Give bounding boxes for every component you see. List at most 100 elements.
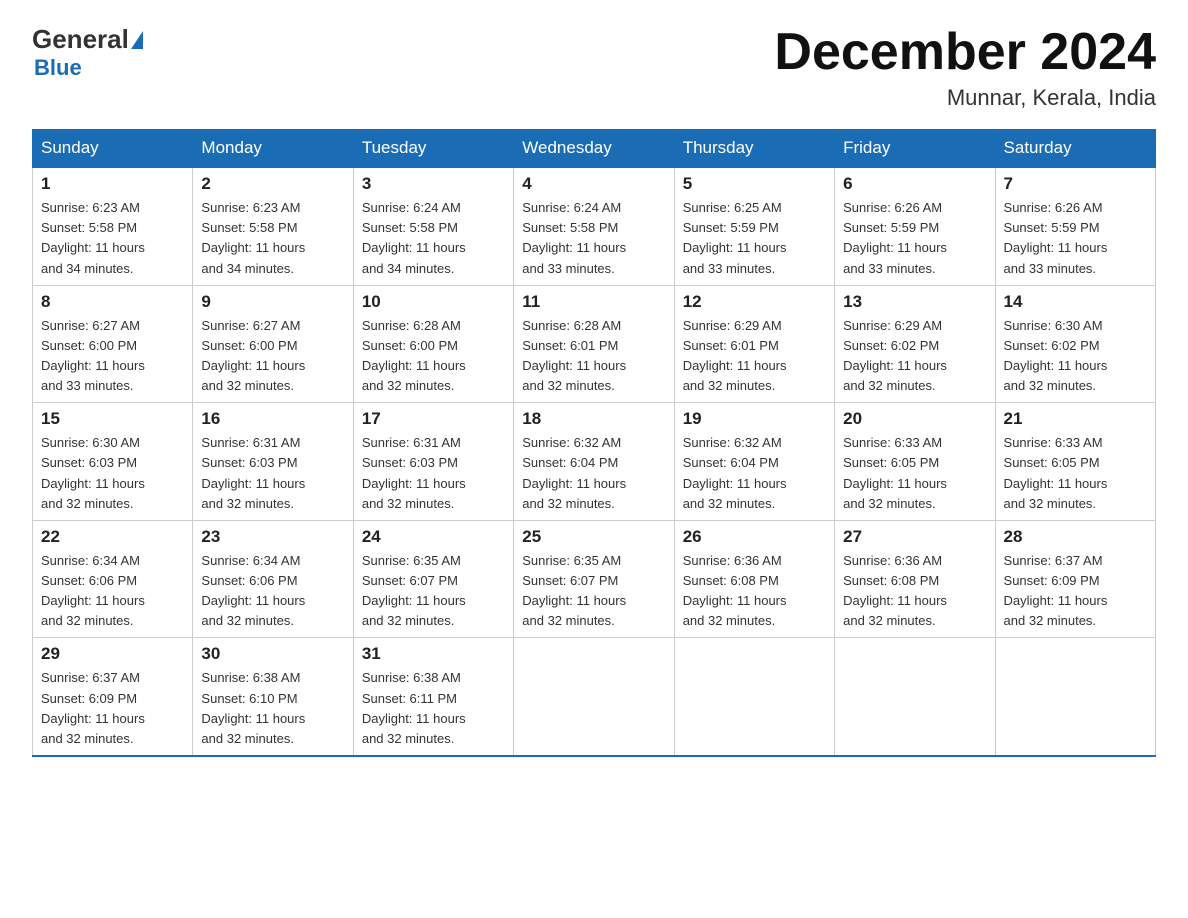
day-info: Sunrise: 6:33 AMSunset: 6:05 PMDaylight:… xyxy=(1004,433,1147,514)
day-number: 29 xyxy=(41,644,184,664)
week-row-3: 15 Sunrise: 6:30 AMSunset: 6:03 PMDayligh… xyxy=(33,403,1156,521)
day-info: Sunrise: 6:33 AMSunset: 6:05 PMDaylight:… xyxy=(843,433,986,514)
day-number: 19 xyxy=(683,409,826,429)
calendar-body: 1 Sunrise: 6:23 AMSunset: 5:58 PMDaylight… xyxy=(33,167,1156,756)
day-info: Sunrise: 6:35 AMSunset: 6:07 PMDaylight:… xyxy=(522,551,665,632)
week-row-4: 22 Sunrise: 6:34 AMSunset: 6:06 PMDayligh… xyxy=(33,520,1156,638)
calendar-cell: 31 Sunrise: 6:38 AMSunset: 6:11 PMDayligh… xyxy=(353,638,513,756)
day-info: Sunrise: 6:32 AMSunset: 6:04 PMDaylight:… xyxy=(522,433,665,514)
day-info: Sunrise: 6:25 AMSunset: 5:59 PMDaylight:… xyxy=(683,198,826,279)
day-info: Sunrise: 6:28 AMSunset: 6:00 PMDaylight:… xyxy=(362,316,505,397)
calendar-cell: 13 Sunrise: 6:29 AMSunset: 6:02 PMDayligh… xyxy=(835,285,995,403)
calendar-cell: 30 Sunrise: 6:38 AMSunset: 6:10 PMDayligh… xyxy=(193,638,353,756)
day-number: 23 xyxy=(201,527,344,547)
day-number: 16 xyxy=(201,409,344,429)
header-row: SundayMondayTuesdayWednesdayThursdayFrid… xyxy=(33,130,1156,168)
day-info: Sunrise: 6:26 AMSunset: 5:59 PMDaylight:… xyxy=(1004,198,1147,279)
day-info: Sunrise: 6:24 AMSunset: 5:58 PMDaylight:… xyxy=(362,198,505,279)
calendar-cell: 4Sunrise: 6:24 AMSunset: 5:58 PMDaylight… xyxy=(514,167,674,285)
day-number: 13 xyxy=(843,292,986,312)
month-title: December 2024 xyxy=(774,24,1156,81)
day-info: Sunrise: 6:27 AMSunset: 6:00 PMDaylight:… xyxy=(201,316,344,397)
day-number: 25 xyxy=(522,527,665,547)
day-info: Sunrise: 6:31 AMSunset: 6:03 PMDaylight:… xyxy=(201,433,344,514)
day-info: Sunrise: 6:28 AMSunset: 6:01 PMDaylight:… xyxy=(522,316,665,397)
logo-general-text: General xyxy=(32,24,129,55)
calendar-cell: 8 Sunrise: 6:27 AMSunset: 6:00 PMDaylight… xyxy=(33,285,193,403)
col-header-monday: Monday xyxy=(193,130,353,168)
calendar-cell: 12 Sunrise: 6:29 AMSunset: 6:01 PMDayligh… xyxy=(674,285,834,403)
calendar-cell: 5Sunrise: 6:25 AMSunset: 5:59 PMDaylight… xyxy=(674,167,834,285)
calendar-cell: 25 Sunrise: 6:35 AMSunset: 6:07 PMDayligh… xyxy=(514,520,674,638)
col-header-friday: Friday xyxy=(835,130,995,168)
calendar-cell xyxy=(835,638,995,756)
calendar-cell: 17 Sunrise: 6:31 AMSunset: 6:03 PMDayligh… xyxy=(353,403,513,521)
calendar-cell: 7 Sunrise: 6:26 AMSunset: 5:59 PMDaylight… xyxy=(995,167,1155,285)
day-info: Sunrise: 6:23 AMSunset: 5:58 PMDaylight:… xyxy=(41,198,184,279)
day-number: 1 xyxy=(41,174,184,194)
calendar-cell: 9Sunrise: 6:27 AMSunset: 6:00 PMDaylight… xyxy=(193,285,353,403)
day-info: Sunrise: 6:36 AMSunset: 6:08 PMDaylight:… xyxy=(683,551,826,632)
logo-blue-text: Blue xyxy=(34,55,82,81)
day-number: 10 xyxy=(362,292,505,312)
page-header: General Blue December 2024 Munnar, Keral… xyxy=(32,24,1156,111)
title-block: December 2024 Munnar, Kerala, India xyxy=(774,24,1156,111)
day-number: 14 xyxy=(1004,292,1147,312)
day-info: Sunrise: 6:29 AMSunset: 6:01 PMDaylight:… xyxy=(683,316,826,397)
day-info: Sunrise: 6:37 AMSunset: 6:09 PMDaylight:… xyxy=(1004,551,1147,632)
logo: General Blue xyxy=(32,24,145,81)
day-number: 7 xyxy=(1004,174,1147,194)
calendar-cell: 20 Sunrise: 6:33 AMSunset: 6:05 PMDayligh… xyxy=(835,403,995,521)
day-info: Sunrise: 6:36 AMSunset: 6:08 PMDaylight:… xyxy=(843,551,986,632)
week-row-1: 1 Sunrise: 6:23 AMSunset: 5:58 PMDaylight… xyxy=(33,167,1156,285)
day-info: Sunrise: 6:37 AMSunset: 6:09 PMDaylight:… xyxy=(41,668,184,749)
day-info: Sunrise: 6:34 AMSunset: 6:06 PMDaylight:… xyxy=(41,551,184,632)
calendar-header: SundayMondayTuesdayWednesdayThursdayFrid… xyxy=(33,130,1156,168)
day-number: 22 xyxy=(41,527,184,547)
calendar-cell: 10 Sunrise: 6:28 AMSunset: 6:00 PMDayligh… xyxy=(353,285,513,403)
day-info: Sunrise: 6:29 AMSunset: 6:02 PMDaylight:… xyxy=(843,316,986,397)
calendar-cell: 19 Sunrise: 6:32 AMSunset: 6:04 PMDayligh… xyxy=(674,403,834,521)
calendar-cell xyxy=(995,638,1155,756)
day-number: 15 xyxy=(41,409,184,429)
day-info: Sunrise: 6:30 AMSunset: 6:03 PMDaylight:… xyxy=(41,433,184,514)
week-row-5: 29 Sunrise: 6:37 AMSunset: 6:09 PMDayligh… xyxy=(33,638,1156,756)
day-number: 26 xyxy=(683,527,826,547)
day-info: Sunrise: 6:38 AMSunset: 6:11 PMDaylight:… xyxy=(362,668,505,749)
col-header-wednesday: Wednesday xyxy=(514,130,674,168)
calendar-cell: 28 Sunrise: 6:37 AMSunset: 6:09 PMDayligh… xyxy=(995,520,1155,638)
day-number: 18 xyxy=(522,409,665,429)
day-number: 2 xyxy=(201,174,344,194)
calendar-cell: 1 Sunrise: 6:23 AMSunset: 5:58 PMDaylight… xyxy=(33,167,193,285)
logo-triangle-icon xyxy=(131,31,143,49)
day-number: 20 xyxy=(843,409,986,429)
day-number: 31 xyxy=(362,644,505,664)
calendar-cell: 2Sunrise: 6:23 AMSunset: 5:58 PMDaylight… xyxy=(193,167,353,285)
day-number: 28 xyxy=(1004,527,1147,547)
calendar-cell: 18 Sunrise: 6:32 AMSunset: 6:04 PMDayligh… xyxy=(514,403,674,521)
calendar-cell: 16 Sunrise: 6:31 AMSunset: 6:03 PMDayligh… xyxy=(193,403,353,521)
calendar-cell: 15 Sunrise: 6:30 AMSunset: 6:03 PMDayligh… xyxy=(33,403,193,521)
day-info: Sunrise: 6:38 AMSunset: 6:10 PMDaylight:… xyxy=(201,668,344,749)
calendar-cell: 6Sunrise: 6:26 AMSunset: 5:59 PMDaylight… xyxy=(835,167,995,285)
calendar-cell: 3 Sunrise: 6:24 AMSunset: 5:58 PMDaylight… xyxy=(353,167,513,285)
col-header-sunday: Sunday xyxy=(33,130,193,168)
day-number: 24 xyxy=(362,527,505,547)
day-number: 8 xyxy=(41,292,184,312)
calendar-cell xyxy=(514,638,674,756)
day-info: Sunrise: 6:35 AMSunset: 6:07 PMDaylight:… xyxy=(362,551,505,632)
day-info: Sunrise: 6:27 AMSunset: 6:00 PMDaylight:… xyxy=(41,316,184,397)
calendar-cell: 21Sunrise: 6:33 AMSunset: 6:05 PMDayligh… xyxy=(995,403,1155,521)
calendar-cell: 22 Sunrise: 6:34 AMSunset: 6:06 PMDayligh… xyxy=(33,520,193,638)
day-info: Sunrise: 6:31 AMSunset: 6:03 PMDaylight:… xyxy=(362,433,505,514)
day-info: Sunrise: 6:34 AMSunset: 6:06 PMDaylight:… xyxy=(201,551,344,632)
day-number: 27 xyxy=(843,527,986,547)
calendar-cell: 26 Sunrise: 6:36 AMSunset: 6:08 PMDayligh… xyxy=(674,520,834,638)
col-header-tuesday: Tuesday xyxy=(353,130,513,168)
day-number: 12 xyxy=(683,292,826,312)
day-number: 30 xyxy=(201,644,344,664)
day-number: 4 xyxy=(522,174,665,194)
day-number: 17 xyxy=(362,409,505,429)
day-info: Sunrise: 6:32 AMSunset: 6:04 PMDaylight:… xyxy=(683,433,826,514)
day-number: 3 xyxy=(362,174,505,194)
